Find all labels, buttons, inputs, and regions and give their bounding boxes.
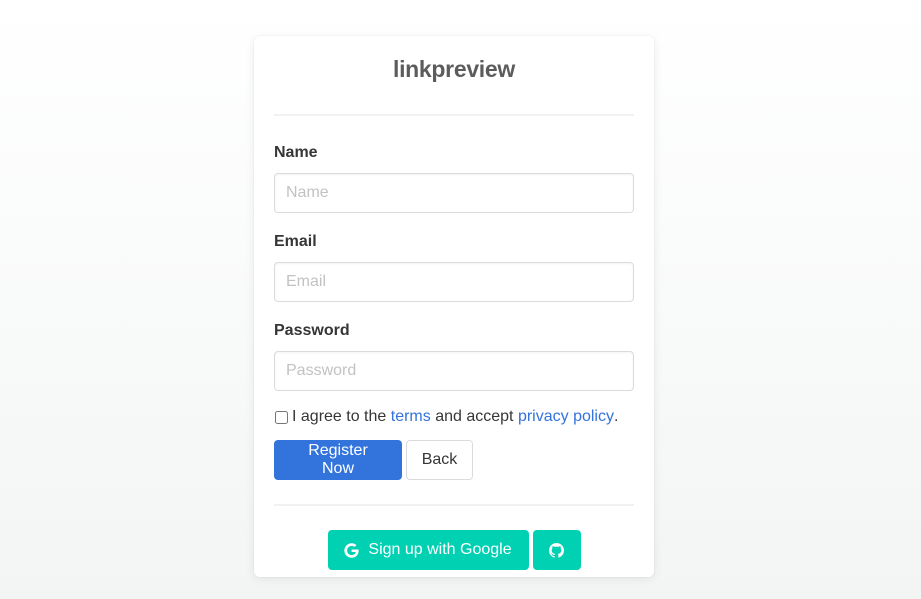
register-now-button[interactable]: Register Now	[274, 440, 402, 480]
email-label: Email	[274, 233, 317, 250]
brand-title: linkpreview	[393, 56, 515, 82]
google-signup-button[interactable]: Sign up with Google	[327, 530, 529, 570]
github-icon	[549, 542, 564, 558]
back-button[interactable]: Back	[406, 440, 473, 480]
password-input[interactable]	[274, 351, 634, 391]
action-buttons: Register Now Back	[274, 440, 634, 480]
password-label: Password	[274, 322, 350, 339]
name-label: Name	[274, 144, 318, 161]
register-card: linkpreview Name Email Password I agree …	[254, 36, 654, 577]
google-icon	[344, 542, 360, 558]
agree-checkbox[interactable]	[275, 410, 288, 424]
agreement-row: I agree to the terms and accept privacy …	[274, 407, 634, 427]
divider-top	[274, 114, 634, 116]
github-signup-button[interactable]	[532, 530, 581, 570]
social-buttons: Sign up with Google	[274, 530, 634, 570]
agreement-prefix: I agree to the	[292, 408, 387, 425]
terms-link[interactable]: terms	[391, 407, 431, 427]
agreement-suffix: .	[613, 408, 619, 425]
name-input[interactable]	[274, 173, 634, 213]
agreement-middle: and accept	[435, 408, 514, 425]
privacy-policy-link[interactable]: privacy policy	[518, 407, 614, 427]
google-signup-label: Sign up with Google	[368, 541, 512, 558]
email-input[interactable]	[274, 262, 634, 302]
divider-bottom	[274, 504, 634, 506]
